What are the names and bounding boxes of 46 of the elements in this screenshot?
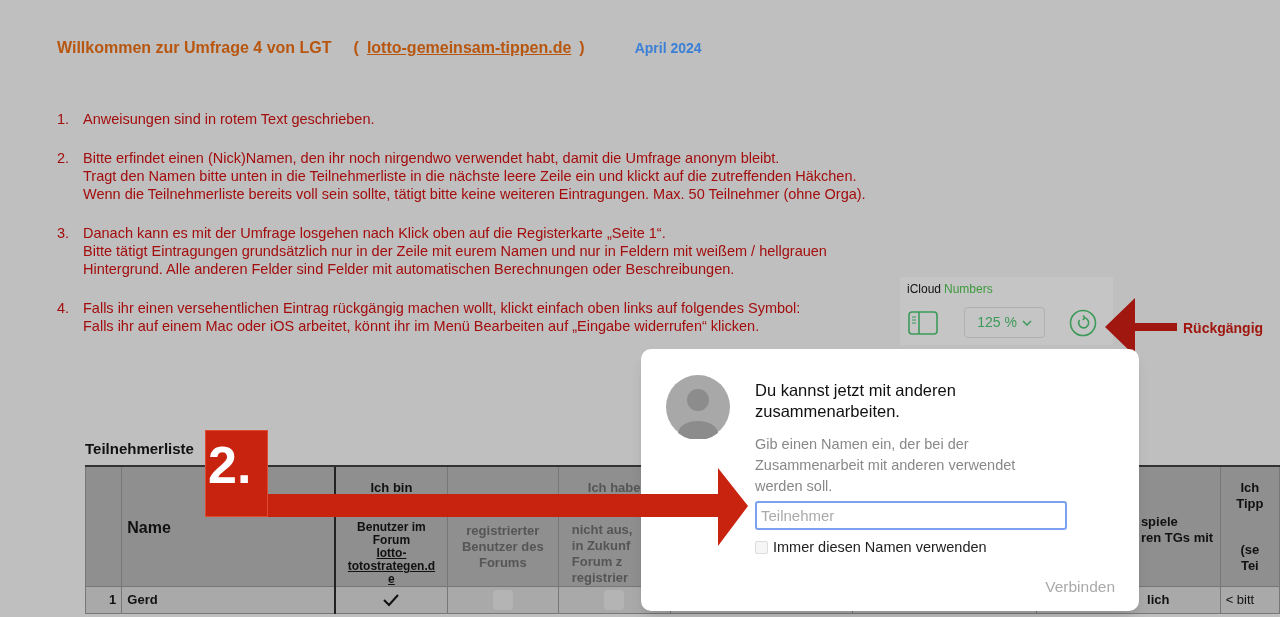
parenthesis: ( [353, 38, 359, 58]
column-header: Ich bin [369, 480, 414, 496]
column-header: Name [126, 518, 172, 536]
instruction-text: Bitte erfindet einen (Nick)Namen, den ihr noch nirgendwo verwendet habt, damit die Umfrage anonym bleibt. [83, 149, 781, 167]
list-number: 3. [57, 224, 71, 243]
column-header: Benutzer im Forum lotto- totostrategen.d e [336, 521, 447, 586]
instruction-text: Falls ihr auf einem Mac oder iOS arbeitet, könnt ihr im Menü Bearbeiten auf „Eingabe widerrufen“ klicken. [83, 317, 761, 335]
column-header: Ich Tipp [1235, 480, 1265, 512]
checkbox[interactable] [755, 541, 768, 555]
chevron-icon [1021, 319, 1032, 326]
instruction-text: Hintergrund. Alle anderen Felder sind Felder mit automatischen Berechnungen oder Beschreibungen. [83, 260, 736, 278]
site-link[interactable]: lotto-gemeinsam-tippen.de [366, 36, 572, 60]
dialog-description: Gib einen Namen ein, der bei der Zusammenarbeit mit anderen verwendet werden soll. [755, 435, 1017, 496]
instruction-text: Tragt den Namen bitte unten in die Teilnehmerliste in die nächste leere Zeile ein und klickt auf die zutreffenden Häkchen. [83, 167, 858, 185]
column-header: (se Tei [1239, 542, 1261, 574]
dialog-title: Du kannst jetzt mit anderen zusammenarbeiten. [755, 380, 957, 422]
name-input[interactable]: Teilnehmer [755, 501, 1067, 530]
row-number: 1 [85, 586, 122, 614]
instruction-text: Danach kann es mit der Umfrage losgehen nach Klick oben auf die Registerkarte „Seite 1“. [83, 224, 667, 242]
checkmark-icon[interactable] [382, 593, 401, 607]
forum-link[interactable]: lotto- totostrategen.d e [336, 547, 447, 586]
table-cell: < bitt [1220, 586, 1280, 614]
instruction-text: Anweisungen sind in rotem Text geschrieben. [83, 110, 375, 128]
instruction-text: Falls ihr einen versehentlichen Eintrag rückgängig machen wollt, klickt einfach oben links auf folgendes Symbol: [83, 299, 801, 317]
list-number: 4. [57, 299, 71, 318]
zoom-dropdown[interactable]: 125 % [964, 307, 1045, 338]
avatar-icon [666, 375, 730, 439]
sidebar-icon[interactable] [908, 310, 938, 335]
step-badge: 2. [205, 430, 268, 517]
callout-label: Rückgängig [1183, 319, 1264, 338]
instruction-text: Wenn die Teilnehmerliste bereits voll sein sollte, tätigt bitte keine weiteren Eintragungen. Max. 50 Teilnehmer (ohne Orga). [83, 185, 866, 203]
brand-label: iCloud [907, 281, 942, 298]
list-number: 1. [57, 110, 71, 128]
column-header: spiele ren TGs mit [1139, 514, 1215, 546]
instruction-text: Bitte tätigt Eintragungen grundsätzlich nur in der Zeile mit eurem Namen und nur in Feldern mit weißem / hellgrauen [83, 242, 827, 260]
table-title: Teilnehmerliste [85, 439, 194, 459]
page-title: Willkommen zur Umfrage 4 von LGT [57, 38, 332, 58]
parenthesis: ) [579, 38, 585, 58]
date-label: April 2024 [634, 39, 702, 58]
list-number: 2. [57, 149, 71, 168]
column-header: nicht aus, in Zukunf Forum z registrier [570, 522, 634, 586]
undo-icon[interactable] [1069, 308, 1097, 337]
app-label: Numbers [944, 281, 993, 298]
checkbox-label: Immer diesen Namen verwenden [773, 538, 987, 557]
column-header: Ich habe [586, 480, 642, 496]
column-header: registrierter Benutzer des Forums [461, 522, 545, 571]
